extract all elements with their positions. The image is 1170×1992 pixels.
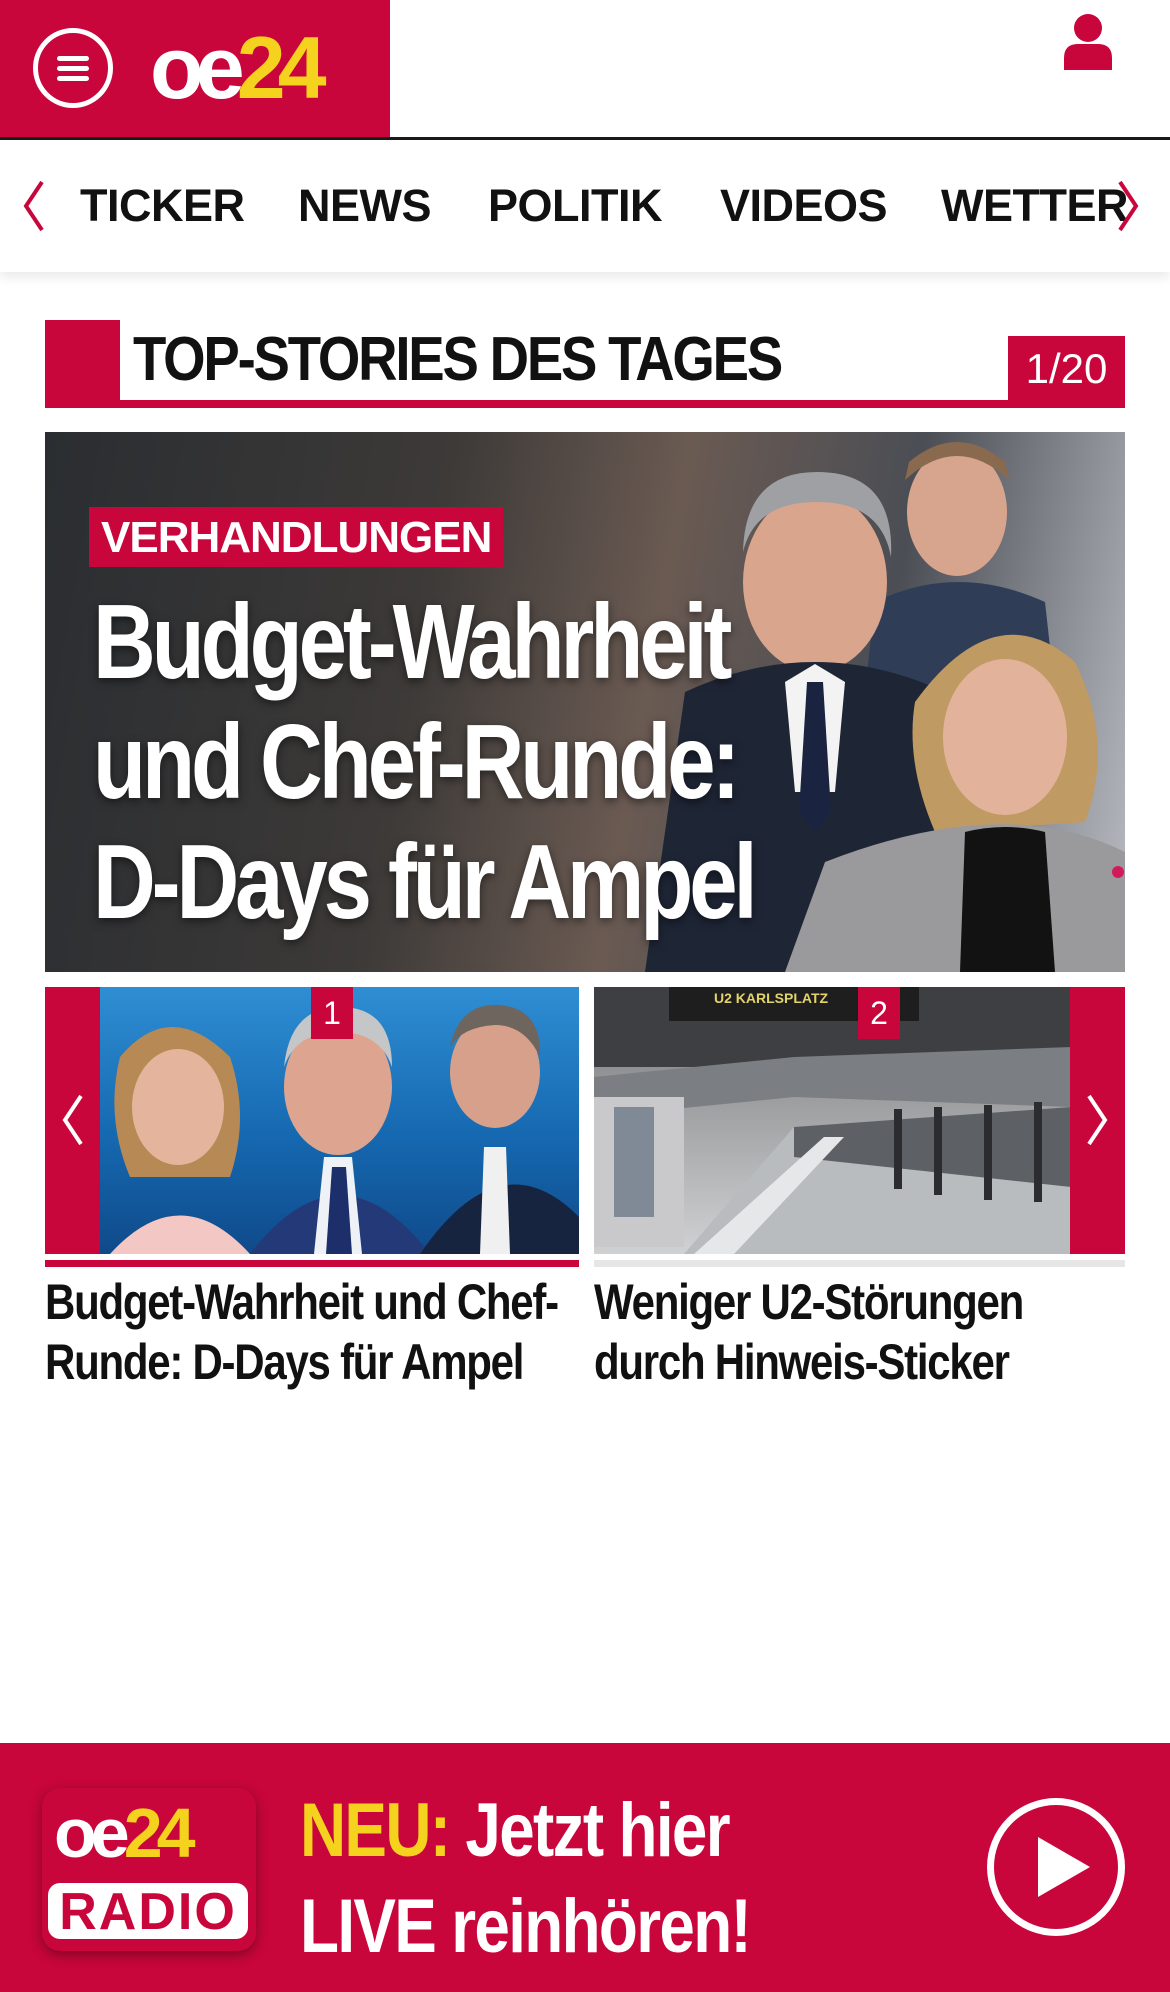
logo-area: oe24 (0, 0, 390, 137)
story-card-title[interactable]: Budget-Wahrheit und Chef- Runde: D-Days … (45, 1272, 559, 1392)
story-rank-badge: 1 (311, 987, 353, 1039)
top-header: oe24 (0, 0, 1170, 140)
hamburger-icon (57, 56, 89, 61)
nav-item-politik[interactable]: POLITIK (488, 176, 663, 236)
nav-item-wetter[interactable]: WETTER (941, 176, 1128, 236)
chevron-left-icon (62, 1094, 83, 1146)
nav-item-news[interactable]: NEWS (298, 176, 432, 236)
play-icon (1038, 1837, 1090, 1897)
nav-item-videos[interactable]: VIDEOS (720, 176, 888, 236)
carousel-prev-button[interactable] (45, 987, 100, 1254)
nav-item-ticker[interactable]: TICKER (80, 176, 245, 236)
story-photo: U2 KARLSPLATZ (594, 987, 1071, 1254)
hero-story[interactable]: VERHANDLUNGEN Budget-Wahrheit und Chef-R… (45, 432, 1125, 972)
hero-headline: Budget-Wahrheit und Chef-Runde: D-Days f… (93, 583, 758, 941)
user-icon[interactable] (1062, 12, 1114, 70)
play-button[interactable] (987, 1798, 1125, 1936)
category-nav: TICKER NEWS POLITIK VIDEOS WETTER (0, 140, 1170, 272)
story-card-image[interactable]: U2 KARLSPLATZ (594, 987, 1071, 1254)
chevron-left-icon[interactable] (18, 176, 48, 236)
carousel-next-button[interactable] (1070, 987, 1125, 1254)
inactive-indicator (594, 1260, 1125, 1267)
slide-counter: 1/20 (1008, 336, 1125, 400)
hero-category-tag: VERHANDLUNGEN (89, 507, 504, 567)
radio-logo: oe24 RADIO (42, 1788, 256, 1951)
station-sign-text: U2 KARLSPLATZ (714, 990, 829, 1006)
story-card-title[interactable]: Weniger U2-Störungen durch Hinweis-Stick… (594, 1272, 1024, 1392)
radio-promo-text: NEU: Jetzt hier LIVE reinhören! (300, 1788, 752, 1969)
section-title: TOP-STORIES DES TAGES (133, 325, 783, 394)
menu-button[interactable] (33, 28, 113, 108)
radio-banner[interactable]: oe24 RADIO NEU: Jetzt hier LIVE reinhöre… (0, 1743, 1170, 1992)
chevron-right-icon[interactable] (1114, 176, 1144, 236)
story-rank-badge: 2 (858, 987, 900, 1039)
section-accent-block (45, 320, 120, 408)
chevron-right-icon (1087, 1094, 1108, 1146)
section-underline (45, 400, 1125, 408)
active-indicator (45, 1260, 579, 1267)
site-logo[interactable]: oe24 (150, 18, 327, 118)
section-heading: TOP-STORIES DES TAGES (45, 320, 1125, 408)
